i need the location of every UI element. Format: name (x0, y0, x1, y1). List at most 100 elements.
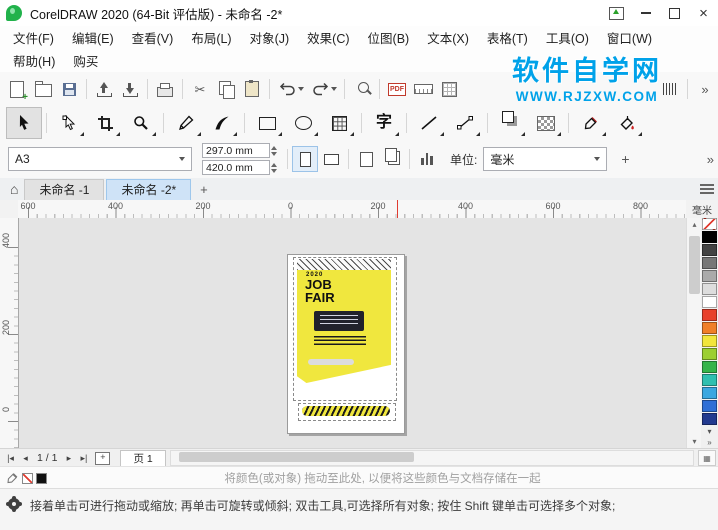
poster-dark-box[interactable] (314, 311, 364, 331)
menu-item-8[interactable]: 文本(X) (418, 25, 478, 50)
show-grid-button[interactable] (436, 76, 462, 102)
tab-list-icon[interactable] (700, 184, 714, 194)
units-select[interactable]: 毫米 (483, 147, 608, 171)
graph-paper-tool[interactable] (321, 107, 357, 139)
text-tool[interactable]: 字 (366, 107, 402, 139)
palette-flyout-button[interactable]: » (701, 437, 718, 448)
propbar-add-button[interactable]: + (621, 151, 629, 167)
palette-swatch[interactable] (702, 387, 717, 399)
page-height-input[interactable]: 420.0 mm (202, 160, 270, 175)
transparency-tool[interactable] (528, 107, 564, 139)
poster-bottom-stripe-bar[interactable] (302, 406, 390, 416)
poster-gray-bar[interactable] (308, 359, 354, 365)
show-rulers-button[interactable] (410, 76, 436, 102)
multipage-view-button[interactable] (414, 146, 440, 172)
menu-item-4[interactable]: 布局(L) (182, 25, 240, 50)
publish-pdf-button[interactable]: PDF (384, 76, 410, 102)
palette-swatch[interactable] (702, 348, 717, 360)
shape-tool[interactable] (51, 107, 87, 139)
horizontal-scrollbar[interactable] (169, 450, 694, 466)
color-eyedropper-tool[interactable] (573, 107, 609, 139)
tab-untitled-2[interactable]: 未命名 -2* (106, 178, 192, 200)
propbar-overflow-chevron[interactable]: » (707, 152, 714, 167)
menu-item-10[interactable]: 工具(O) (537, 25, 598, 50)
scroll-up-button[interactable]: ▴ (687, 218, 702, 231)
page-width-input[interactable]: 297.0 mm (202, 143, 270, 158)
vertical-ruler[interactable]: 400 200 0 (0, 218, 19, 448)
all-pages-button[interactable] (379, 146, 405, 172)
ruler-origin-corner[interactable] (0, 200, 19, 219)
current-page-button[interactable] (353, 146, 379, 172)
import-button[interactable] (91, 76, 117, 102)
save-button[interactable] (56, 76, 82, 102)
zoom-tool[interactable] (123, 107, 159, 139)
palette-swatch[interactable] (702, 257, 717, 269)
paste-button[interactable] (239, 76, 265, 102)
menu-item-2[interactable]: 编辑(E) (63, 25, 123, 50)
interactive-fill-tool[interactable] (609, 107, 645, 139)
palette-swatch[interactable] (702, 296, 717, 308)
palette-scroll-down-button[interactable]: ▾ (701, 426, 718, 437)
new-document-button[interactable] (4, 76, 30, 103)
export-button[interactable] (117, 76, 143, 102)
rectangle-tool[interactable] (249, 107, 285, 139)
menu-item-9[interactable]: 表格(T) (478, 25, 537, 50)
menu-item-6[interactable]: 效果(C) (298, 25, 358, 50)
poster-stripe-block[interactable] (314, 334, 366, 345)
artistic-media-tool[interactable] (204, 107, 240, 139)
menu-item-11[interactable]: 窗口(W) (598, 25, 661, 50)
page-size-select[interactable]: A3 (8, 147, 192, 171)
search-button[interactable] (349, 76, 375, 102)
no-color-indicator[interactable] (22, 472, 33, 484)
ellipse-tool[interactable] (285, 107, 321, 139)
palette-swatch[interactable] (702, 400, 717, 412)
drop-shadow-tool[interactable] (492, 107, 528, 139)
menu-item-row2-1[interactable]: 帮助(H) (4, 48, 64, 73)
palette-swatch[interactable] (702, 244, 717, 256)
menu-item-3[interactable]: 查看(V) (123, 25, 183, 50)
horizontal-ruler[interactable]: 600 400 200 0 200 400 600 800 (18, 200, 686, 219)
pick-tool[interactable] (6, 107, 42, 139)
barcode-wizard-button[interactable] (657, 76, 683, 102)
no-color-swatch[interactable] (702, 218, 717, 230)
next-page-button[interactable]: ▸ (61, 450, 76, 466)
poster-title-line2[interactable]: FAIR (305, 291, 335, 304)
toolbar-overflow-button[interactable]: » (692, 76, 718, 102)
menu-item-row2-2[interactable]: 购买 (64, 48, 107, 73)
eyedropper-small-icon[interactable] (6, 471, 19, 485)
connector-tool[interactable] (447, 107, 483, 139)
maximize-button[interactable] (660, 0, 689, 26)
crop-tool[interactable] (87, 107, 123, 139)
add-page-button[interactable]: + (95, 451, 111, 465)
poster-hatch-band[interactable] (297, 259, 391, 270)
document-page[interactable]: 2020 JOB FAIR (287, 254, 405, 434)
scroll-down-button[interactable]: ▾ (687, 435, 702, 448)
palette-swatch[interactable] (702, 335, 717, 347)
last-page-button[interactable]: ▸| (76, 450, 91, 466)
first-page-button[interactable]: |◂ (3, 450, 18, 466)
poster-yellow-shape[interactable]: 2020 JOB FAIR (297, 270, 391, 383)
palette-swatch[interactable] (702, 374, 717, 386)
vertical-scroll-thumb[interactable] (689, 236, 700, 294)
freehand-tool[interactable] (168, 107, 204, 139)
home-icon[interactable]: ⌂ (4, 181, 24, 197)
menu-item-7[interactable]: 位图(B) (359, 25, 419, 50)
palette-swatch[interactable] (702, 283, 717, 295)
view-navigator-button[interactable]: ▦ (698, 450, 716, 466)
drawing-canvas[interactable]: 2020 JOB FAIR (19, 218, 686, 448)
width-spinner[interactable] (271, 145, 277, 156)
palette-swatch[interactable] (702, 309, 717, 321)
close-button[interactable]: × (689, 0, 718, 26)
previous-page-button[interactable]: ◂ (18, 450, 33, 466)
menu-item-5[interactable]: 对象(J) (241, 25, 299, 50)
new-tab-button[interactable]: + (193, 182, 215, 197)
palette-swatch[interactable] (702, 361, 717, 373)
menu-item-1[interactable]: 文件(F) (4, 25, 63, 50)
palette-swatch[interactable] (702, 270, 717, 282)
undo-button[interactable] (274, 76, 300, 102)
black-color-indicator[interactable] (36, 472, 47, 484)
update-button[interactable] (602, 0, 631, 26)
minimize-button[interactable] (631, 0, 660, 26)
open-button[interactable] (30, 76, 56, 102)
line-tool[interactable] (411, 107, 447, 139)
